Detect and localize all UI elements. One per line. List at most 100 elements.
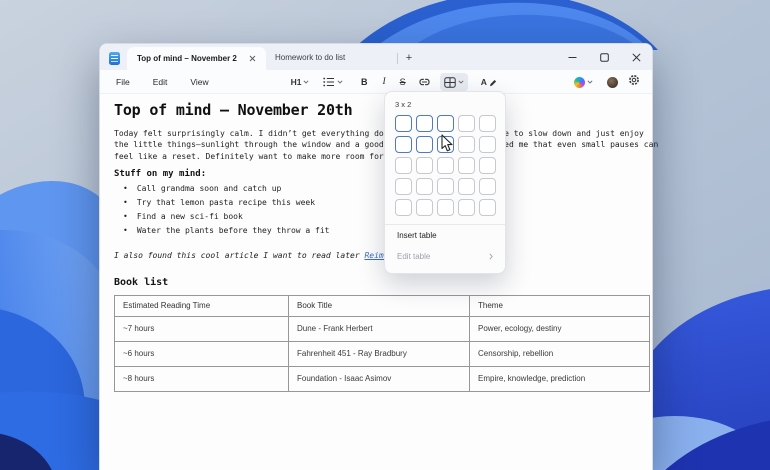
list-heading: Stuff on my mind: — [114, 168, 207, 179]
chevron-down-icon — [303, 80, 309, 84]
note-text: I also found this cool article I want to… — [114, 250, 365, 260]
mouse-cursor — [441, 134, 453, 152]
bold-button[interactable]: B — [357, 73, 372, 91]
strikethrough-button[interactable]: S — [396, 73, 410, 91]
maximize-button[interactable] — [588, 44, 620, 70]
grid-cell-1x1[interactable] — [395, 115, 412, 132]
table-row: ~6 hours Fahrenheit 451 - Ray Bradbury C… — [114, 340, 650, 367]
reading-table: Estimated Reading Time Book Title Theme … — [114, 294, 650, 392]
popup-size-label: 3 x 2 — [395, 100, 412, 109]
grid-cell-5x4[interactable] — [479, 178, 496, 195]
desktop: Top of mind – November 2 Homework to do … — [0, 0, 770, 470]
tab-bar: Top of mind – November 2 Homework to do … — [100, 44, 652, 70]
tab-close-icon[interactable] — [245, 52, 259, 66]
table-size-grid — [395, 115, 496, 216]
edit-table-item: Edit table — [385, 246, 505, 267]
grid-cell-5x5[interactable] — [479, 199, 496, 216]
note-line: I also found this cool article I want to… — [114, 251, 652, 260]
copilot-icon — [574, 76, 585, 88]
grid-cell-4x3[interactable] — [458, 157, 475, 174]
settings-button[interactable] — [628, 73, 640, 91]
grid-cell-2x3[interactable] — [416, 157, 433, 174]
table-row: ~8 hours Foundation - Isaac Asimov Empir… — [114, 365, 650, 392]
table-header-cell[interactable]: Estimated Reading Time — [114, 294, 289, 317]
table-cell[interactable]: Empire, knowledge, prediction — [469, 365, 650, 392]
table-cell[interactable]: Dune - Frank Herbert — [288, 315, 470, 342]
grid-cell-2x1[interactable] — [416, 115, 433, 132]
table-header-row: Estimated Reading Time Book Title Theme — [114, 294, 650, 317]
grid-cell-2x4[interactable] — [416, 178, 433, 195]
grid-cell-1x4[interactable] — [395, 178, 412, 195]
doc-paragraph: Today felt surprisingly calm. I didn’t g… — [114, 128, 659, 162]
grid-cell-5x2[interactable] — [479, 136, 496, 153]
paragraph-line: Today felt surprisingly calm. I didn’t g… — [114, 129, 644, 138]
notepad-window: Top of mind – November 2 Homework to do … — [99, 43, 659, 470]
insert-table-item[interactable]: Insert table — [385, 225, 505, 246]
new-tab-button[interactable]: + — [398, 49, 420, 67]
window-controls — [556, 44, 652, 70]
menu-bar: File Edit View — [113, 70, 212, 94]
grid-cell-4x4[interactable] — [458, 178, 475, 195]
notepad-app-icon — [109, 52, 120, 65]
grid-cell-1x3[interactable] — [395, 157, 412, 174]
grid-cell-4x5[interactable] — [458, 199, 475, 216]
close-button[interactable] — [620, 44, 652, 70]
insert-table-label: Insert table — [397, 231, 437, 240]
edit-table-label: Edit table — [397, 252, 431, 261]
chevron-down-icon — [458, 80, 464, 84]
table-header-cell[interactable]: Theme — [469, 294, 650, 317]
grid-cell-3x1[interactable] — [437, 115, 454, 132]
tab-label: Top of mind – November 2 — [137, 54, 237, 63]
grid-cell-3x3[interactable] — [437, 157, 454, 174]
link-button[interactable] — [414, 73, 435, 91]
grid-cell-2x2[interactable] — [416, 136, 433, 153]
menu-toolbar-row: File Edit View H1 B I S A — [100, 70, 652, 94]
grid-cell-5x3[interactable] — [479, 157, 496, 174]
grid-cell-3x4[interactable] — [437, 178, 454, 195]
menu-item-view[interactable]: View — [187, 75, 211, 89]
editor[interactable]: Top of mind – November 20th Today felt s… — [100, 94, 659, 470]
italic-button[interactable]: I — [379, 73, 390, 91]
grid-cell-4x2[interactable] — [458, 136, 475, 153]
table-cell[interactable]: Power, ecology, destiny — [469, 315, 650, 342]
paragraph-line: the little things—sunlight through the w… — [114, 140, 659, 150]
copilot-button[interactable] — [570, 73, 597, 91]
table-button[interactable] — [439, 73, 468, 91]
tab-label: Homework to do list — [275, 53, 346, 62]
doc-title: Top of mind – November 20th — [114, 101, 353, 119]
table-cell[interactable]: ~8 hours — [114, 365, 289, 392]
menu-item-edit[interactable]: Edit — [150, 75, 171, 89]
table-cell[interactable]: Fahrenheit 451 - Ray Bradbury — [288, 340, 470, 367]
grid-cell-1x5[interactable] — [395, 199, 412, 216]
book-list-heading: Book list — [114, 276, 169, 288]
menu-item-file[interactable]: File — [113, 75, 133, 89]
tab-homework[interactable]: Homework to do list — [266, 47, 397, 70]
list-style-button[interactable] — [318, 73, 348, 91]
table-header-cell[interactable]: Book Title — [288, 294, 470, 317]
bullet-list: Call grandma soon and catch up Try that … — [114, 182, 652, 238]
rewrite-button[interactable]: A — [477, 73, 501, 91]
table-cell[interactable]: ~7 hours — [114, 315, 289, 342]
table-icon — [443, 76, 456, 88]
pencil-icon — [489, 79, 496, 86]
bullet-list-icon — [323, 77, 334, 87]
chevron-down-icon — [337, 80, 343, 84]
chevron-down-icon — [587, 80, 593, 84]
grid-cell-5x1[interactable] — [479, 115, 496, 132]
grid-cell-1x2[interactable] — [395, 136, 412, 153]
table-row: ~7 hours Dune - Frank Herbert Power, eco… — [114, 315, 650, 342]
paragraph-line: feel like a reset. Definitely want to ma… — [114, 151, 476, 161]
tab-top-of-mind[interactable]: Top of mind – November 2 — [127, 47, 266, 70]
table-cell[interactable]: Foundation - Isaac Asimov — [288, 365, 470, 392]
chevron-right-icon — [489, 253, 493, 260]
heading-style-button[interactable]: H1 — [286, 73, 314, 91]
table-cell[interactable]: ~6 hours — [114, 340, 289, 367]
grid-cell-2x5[interactable] — [416, 199, 433, 216]
grid-cell-3x5[interactable] — [437, 199, 454, 216]
table-size-popup: 3 x 2 Insert table Edit table — [384, 91, 506, 274]
link-icon — [419, 78, 430, 86]
minimize-button[interactable] — [556, 44, 588, 70]
account-avatar[interactable] — [607, 76, 618, 88]
grid-cell-4x1[interactable] — [458, 115, 475, 132]
table-cell[interactable]: Censorship, rebellion — [469, 340, 650, 367]
